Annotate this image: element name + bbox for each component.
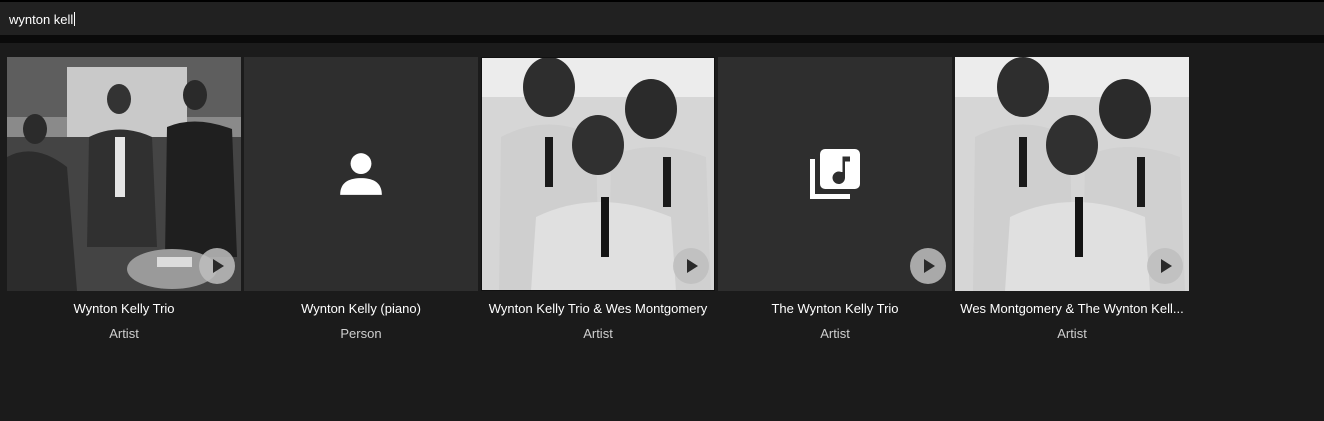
result-card[interactable]: Wes Montgomery & The Wynton Kell... Arti… xyxy=(955,57,1191,357)
play-button[interactable] xyxy=(1147,248,1183,284)
search-input[interactable]: wynton kell xyxy=(9,11,76,29)
result-card[interactable]: The Wynton Kelly Trio Artist xyxy=(718,57,954,357)
result-card[interactable]: Wynton Kelly (piano) Person xyxy=(244,57,480,357)
result-type: Artist xyxy=(109,326,139,341)
header-divider xyxy=(0,35,1324,43)
result-type: Artist xyxy=(583,326,613,341)
music-library-icon xyxy=(810,149,860,199)
placeholder-thumbnail[interactable] xyxy=(244,57,478,291)
result-card[interactable]: Wynton Kelly Trio Artist xyxy=(7,57,243,357)
search-results: Wynton Kelly Trio Artist Wynton Kelly (p… xyxy=(7,57,1189,357)
text-caret xyxy=(74,12,76,26)
result-card[interactable]: Wynton Kelly Trio & Wes Montgomery Artis… xyxy=(481,57,717,357)
play-button[interactable] xyxy=(673,248,709,284)
play-button[interactable] xyxy=(910,248,946,284)
result-type: Artist xyxy=(820,326,850,341)
search-query-text: wynton kell xyxy=(9,12,74,27)
artist-photo[interactable] xyxy=(955,57,1189,291)
artist-photo[interactable] xyxy=(7,57,241,291)
result-title[interactable]: Wes Montgomery & The Wynton Kell... xyxy=(955,300,1189,318)
placeholder-thumbnail[interactable] xyxy=(718,57,952,291)
search-bar: wynton kell xyxy=(0,0,1324,35)
result-title[interactable]: Wynton Kelly Trio xyxy=(7,300,241,318)
result-type: Artist xyxy=(1057,326,1087,341)
result-title[interactable]: The Wynton Kelly Trio xyxy=(718,300,952,318)
person-icon xyxy=(340,153,382,195)
result-type: Person xyxy=(340,326,382,341)
result-title[interactable]: Wynton Kelly Trio & Wes Montgomery xyxy=(481,300,715,318)
result-title[interactable]: Wynton Kelly (piano) xyxy=(244,300,478,318)
play-button[interactable] xyxy=(199,248,235,284)
artist-photo[interactable] xyxy=(481,57,715,291)
